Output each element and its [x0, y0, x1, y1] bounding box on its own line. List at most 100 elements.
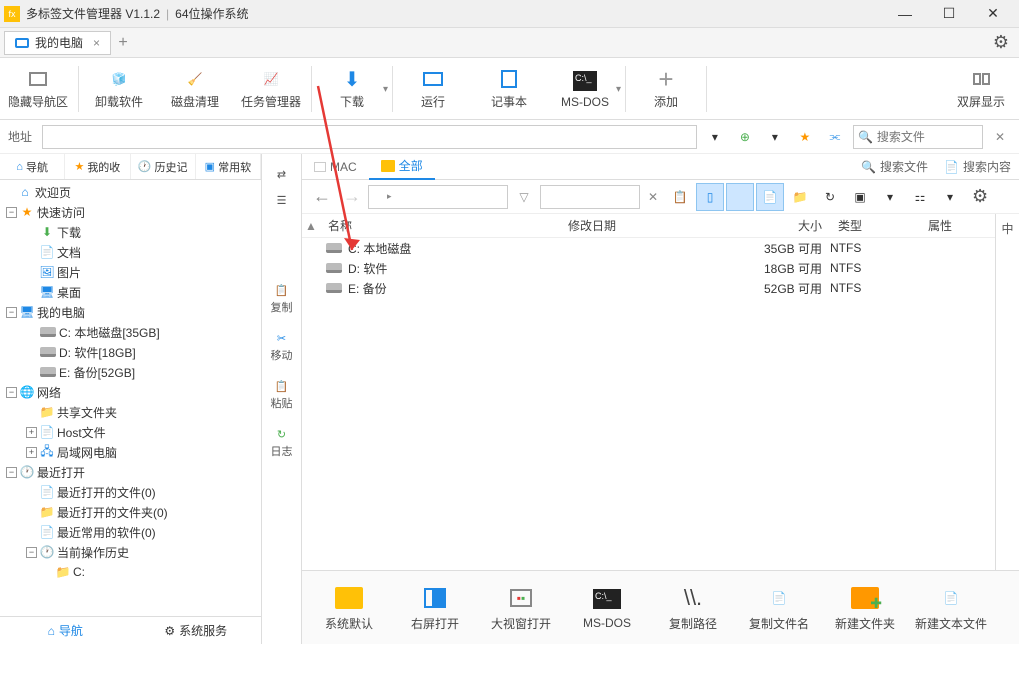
- nav-back-icon[interactable]: ←: [308, 183, 336, 211]
- refresh-icon[interactable]: ↻: [816, 183, 844, 211]
- clear-icon[interactable]: ✕: [648, 190, 658, 204]
- toolbar-uninstall[interactable]: 🧊卸载软件: [81, 62, 157, 116]
- tree-welcome[interactable]: ⌂欢迎页: [0, 182, 261, 202]
- tree-docs[interactable]: 📄文档: [0, 242, 261, 262]
- collapse-icon[interactable]: −: [6, 387, 17, 398]
- tree-drive-e[interactable]: E: 备份[52GB]: [0, 362, 261, 382]
- tree-recent-folders[interactable]: 📁最近打开的文件夹(0): [0, 502, 261, 522]
- bbtn-copy-path[interactable]: \\.复制路径: [654, 578, 732, 638]
- bbtn-default[interactable]: 系统默认: [310, 578, 388, 638]
- side-list-icon[interactable]: ☰: [264, 190, 300, 210]
- lbtab-svc[interactable]: ⚙系统服务: [131, 617, 262, 644]
- side-log[interactable]: ↻日志: [264, 422, 300, 464]
- tab-close-icon[interactable]: ×: [93, 36, 100, 50]
- collapse-icon[interactable]: −: [6, 307, 17, 318]
- content-path[interactable]: ▸: [368, 185, 508, 209]
- tree-host[interactable]: +📄Host文件: [0, 422, 261, 442]
- tree-drive-d[interactable]: D: 软件[18GB]: [0, 342, 261, 362]
- collapse-icon[interactable]: −: [6, 467, 17, 478]
- link-search-file[interactable]: 🔍搜索文件: [853, 158, 936, 175]
- side-copy[interactable]: 📋复制: [264, 278, 300, 320]
- col-type[interactable]: 类型: [830, 217, 920, 234]
- tree-share[interactable]: 📁共享文件夹: [0, 402, 261, 422]
- side-collapse-icon[interactable]: ⇄: [264, 164, 300, 184]
- close-button[interactable]: ✕: [971, 0, 1015, 28]
- lefttab-fav[interactable]: ★我的收: [65, 154, 130, 179]
- toolbar-notepad[interactable]: 记事本: [471, 62, 547, 116]
- table-row[interactable]: D: 软件18GB 可用NTFS: [302, 258, 995, 278]
- tree-history[interactable]: −🕐当前操作历史: [0, 542, 261, 562]
- lefttab-hist[interactable]: 🕐历史记: [131, 154, 196, 179]
- minimize-button[interactable]: —: [883, 0, 927, 28]
- bbtn-msdos[interactable]: C:\_MS-DOS: [568, 578, 646, 638]
- view-folder-icon[interactable]: [726, 183, 754, 211]
- ctab-mac[interactable]: MAC: [302, 154, 369, 180]
- tree-mypc[interactable]: −🖥我的电脑: [0, 302, 261, 322]
- lbtab-nav[interactable]: ⌂导航: [0, 617, 131, 644]
- tree-lan[interactable]: +🖧局域网电脑: [0, 442, 261, 462]
- toolbar-add[interactable]: +添加: [628, 62, 704, 116]
- window-icon[interactable]: ▣: [846, 183, 874, 211]
- bbtn-copy-name[interactable]: 📄复制文件名: [740, 578, 818, 638]
- toolbar-run[interactable]: 运行: [395, 62, 471, 116]
- toolbar-task-mgr[interactable]: 📈任务管理器: [233, 62, 309, 116]
- collapse-icon[interactable]: −: [6, 207, 17, 218]
- clear-search-icon[interactable]: ✕: [995, 130, 1005, 144]
- toolbar-download[interactable]: ⬇下载▾: [314, 62, 390, 116]
- toolbar-disk-clean[interactable]: 🧹磁盘清理: [157, 62, 233, 116]
- tab-my-computer[interactable]: 我的电脑 ×: [4, 31, 111, 55]
- ctab-all[interactable]: 全部: [369, 154, 435, 180]
- table-row[interactable]: C: 本地磁盘35GB 可用NTFS: [302, 238, 995, 258]
- tree-download[interactable]: ⬇下载: [0, 222, 261, 242]
- star-icon[interactable]: ★: [793, 125, 817, 149]
- toolbar-dual-screen[interactable]: 双屏显示: [943, 62, 1019, 116]
- col-attr[interactable]: 属性: [920, 217, 995, 234]
- expand-icon[interactable]: +: [26, 427, 37, 438]
- tab-add-button[interactable]: +: [111, 34, 135, 52]
- tree-recent[interactable]: −🕐最近打开: [0, 462, 261, 482]
- table-row[interactable]: E: 备份52GB 可用NTFS: [302, 278, 995, 298]
- bbtn-big-open[interactable]: ▪▪大视窗打开: [482, 578, 560, 638]
- search-input[interactable]: [877, 130, 957, 144]
- col-name[interactable]: 名称: [320, 217, 560, 234]
- maximize-button[interactable]: ☐: [927, 0, 971, 28]
- dropdown2-icon[interactable]: ▾: [876, 183, 904, 211]
- bbtn-new-folder[interactable]: ✚新建文件夹: [826, 578, 904, 638]
- wave-icon[interactable]: ⫘: [823, 125, 847, 149]
- side-column[interactable]: 中: [995, 214, 1019, 570]
- gear-icon[interactable]: ⚙: [993, 32, 1009, 53]
- toolbar-msdos[interactable]: C:\_MS-DOS▾: [547, 62, 623, 116]
- copy-icon[interactable]: 📋: [666, 183, 694, 211]
- dropdown-icon[interactable]: ▾: [763, 125, 787, 149]
- link-search-content[interactable]: 📄搜索内容: [936, 158, 1019, 175]
- tree-drive-c[interactable]: C: 本地磁盘[35GB]: [0, 322, 261, 342]
- tree-recent-soft[interactable]: 📄最近常用的软件(0): [0, 522, 261, 542]
- tree-c-history[interactable]: 📁C:: [0, 562, 261, 582]
- expand-icon[interactable]: +: [26, 447, 37, 458]
- side-paste[interactable]: 📋粘贴: [264, 374, 300, 416]
- dropdown3-icon[interactable]: ▾: [936, 183, 964, 211]
- tree-recent-files[interactable]: 📄最近打开的文件(0): [0, 482, 261, 502]
- col-size[interactable]: 大小: [730, 217, 830, 234]
- go-button[interactable]: ▾: [703, 125, 727, 149]
- new-folder-icon[interactable]: 📁: [786, 183, 814, 211]
- sort-icon[interactable]: ▲: [302, 219, 320, 233]
- col-date[interactable]: 修改日期: [560, 217, 730, 234]
- nav-forward-icon[interactable]: →: [338, 183, 366, 211]
- side-move[interactable]: ✂移动: [264, 326, 300, 368]
- lefttab-common[interactable]: ▣常用软: [196, 154, 261, 179]
- address-input[interactable]: [42, 125, 697, 149]
- bbtn-new-text[interactable]: 📄新建文本文件: [912, 578, 990, 638]
- view-doc-icon[interactable]: 📄: [756, 183, 784, 211]
- filter-icon[interactable]: ▽: [510, 183, 538, 211]
- collapse-icon[interactable]: −: [26, 547, 37, 558]
- view-icons-icon[interactable]: ⚏: [906, 183, 934, 211]
- tree-network[interactable]: −🌐网络: [0, 382, 261, 402]
- bbtn-right-open[interactable]: 右屏打开: [396, 578, 474, 638]
- new-tab-icon[interactable]: ⊕: [733, 125, 757, 149]
- search-box[interactable]: 🔍: [853, 125, 983, 149]
- toolbar-hide-nav[interactable]: 隐藏导航区: [0, 62, 76, 116]
- tree-pics[interactable]: 🖼图片: [0, 262, 261, 282]
- view-pane1-icon[interactable]: ▯: [696, 183, 724, 211]
- tree-desktop[interactable]: 🖥桌面: [0, 282, 261, 302]
